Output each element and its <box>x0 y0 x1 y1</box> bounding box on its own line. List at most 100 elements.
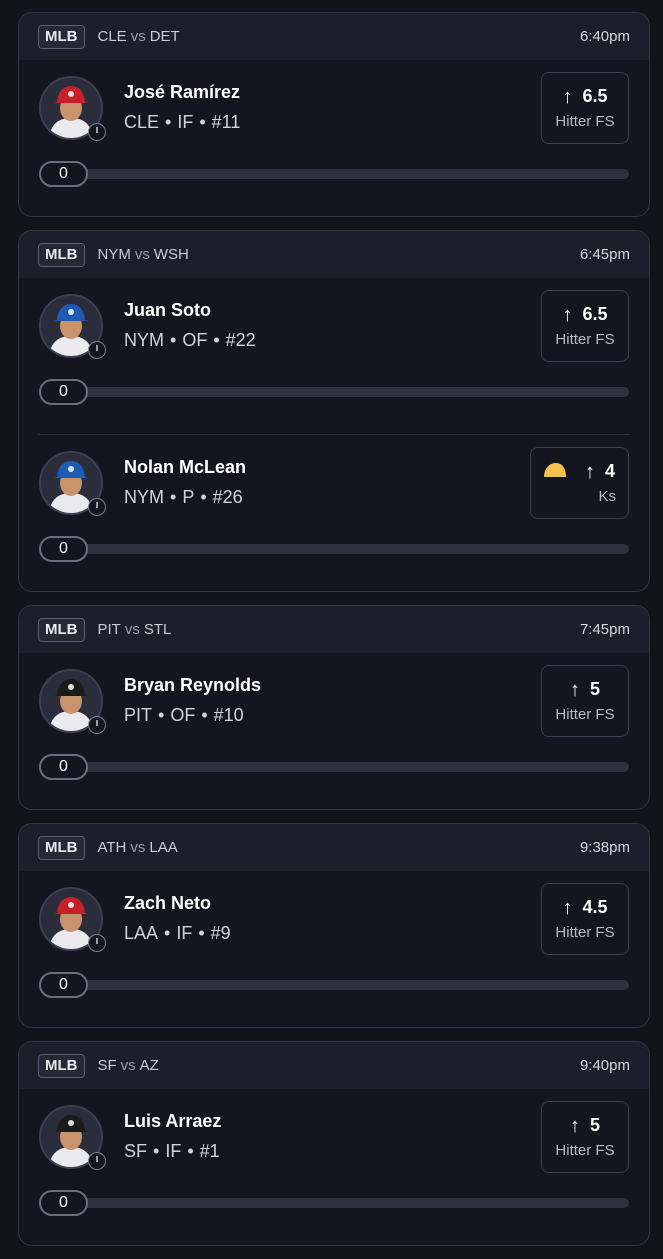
amount-slider[interactable]: 0 <box>39 379 629 405</box>
projection-button[interactable]: ↑ 5 Hitter FS <box>541 1101 629 1173</box>
player-number: #11 <box>211 112 241 132</box>
game-time: 6:45pm <box>579 246 630 263</box>
player-number: #26 <box>212 487 243 507</box>
game-card: MLB ATH vs LAA 9:38pm Zach Neto LAA • IF • #9 ↑ 4.5 H… <box>18 823 650 1028</box>
projection-stat: Hitter FS <box>555 331 615 348</box>
team-away: NYM <box>97 246 131 263</box>
projection-value: 6.5 <box>582 86 608 106</box>
matchup: PIT vs STL <box>98 621 172 638</box>
projection-value: 5 <box>589 1115 600 1135</box>
player-name[interactable]: Juan Soto <box>124 300 211 321</box>
player-team: CLE <box>124 112 160 132</box>
slider-track[interactable] <box>63 169 629 179</box>
player-position: IF <box>176 923 193 943</box>
projection-button[interactable]: ↑ 4.5 Hitter FS <box>541 883 629 955</box>
league-badge: MLB <box>38 835 85 860</box>
game-card: MLB NYM vs WSH 6:45pm Juan Soto NYM • OF • #22 ↑ 6.5… <box>18 230 650 592</box>
projection-line: ↑ 4.5 <box>542 897 628 918</box>
slider-track[interactable] <box>63 387 629 397</box>
team-away: ATH <box>97 839 127 856</box>
team-home: STL <box>143 621 172 638</box>
vs-label: vs <box>134 246 150 263</box>
amount-slider[interactable]: 0 <box>39 754 629 780</box>
player-position: OF <box>170 705 196 725</box>
vs-label: vs <box>124 621 140 638</box>
game-header: MLB PIT vs STL 7:45pm <box>19 606 649 653</box>
player-pick-body: Bryan Reynolds PIT • OF • #10 ↑ 5 Hitter FS 0 <box>19 653 649 809</box>
player-meta: NYM • OF • #22 <box>124 330 256 351</box>
player-position: OF <box>182 330 208 350</box>
projection-stat: Hitter FS <box>555 113 615 130</box>
separator-dot: • <box>213 330 220 350</box>
arrow-up-icon: ↑ <box>569 678 580 701</box>
player-name[interactable]: José Ramírez <box>124 82 240 103</box>
amount-slider[interactable]: 0 <box>39 1190 629 1216</box>
slider-track[interactable] <box>63 544 629 554</box>
game-card: MLB PIT vs STL 7:45pm Bryan Reynolds PIT • OF • #1… <box>18 605 650 810</box>
player-pick-body: Nolan McLean NYM • P • #26 ↑ 4 Ks 0 <box>19 435 649 591</box>
clock-icon <box>88 716 106 734</box>
separator-dot: • <box>198 923 205 943</box>
team-away: CLE <box>97 28 127 45</box>
projection-line: ↑ 5 <box>542 1115 628 1136</box>
player-position: IF <box>165 1141 182 1161</box>
slider-handle[interactable]: 0 <box>39 161 88 187</box>
player-name[interactable]: Bryan Reynolds <box>124 675 261 696</box>
player-team: PIT <box>124 705 153 725</box>
slider-handle[interactable]: 0 <box>39 1190 88 1216</box>
clock-icon <box>88 498 106 516</box>
slider-track[interactable] <box>63 980 629 990</box>
amount-slider[interactable]: 0 <box>39 161 629 187</box>
slider-track[interactable] <box>63 762 629 772</box>
team-home: DET <box>149 28 180 45</box>
player-pick-body: José Ramírez CLE • IF • #11 ↑ 6.5 Hitter FS 0 <box>19 60 649 216</box>
player-name[interactable]: Luis Arraez <box>124 1111 221 1132</box>
player-meta: SF • IF • #1 <box>124 1141 220 1162</box>
team-home: AZ <box>139 1057 159 1074</box>
league-badge: MLB <box>38 24 85 49</box>
matchup: SF vs AZ <box>98 1057 159 1074</box>
separator-dot: • <box>165 112 172 132</box>
projection-button[interactable]: ↑ 6.5 Hitter FS <box>541 72 629 144</box>
arrow-up-icon: ↑ <box>562 303 573 326</box>
separator-dot: • <box>164 923 171 943</box>
projection-stat: Hitter FS <box>555 706 615 723</box>
separator-dot: • <box>200 487 207 507</box>
arrow-up-icon: ↑ <box>584 460 595 483</box>
player-name[interactable]: Nolan McLean <box>124 457 246 478</box>
player-meta: NYM • P • #26 <box>124 487 243 508</box>
player-number: #10 <box>213 705 244 725</box>
player-pick-body: Zach Neto LAA • IF • #9 ↑ 4.5 Hitter FS 0 <box>19 871 649 1027</box>
slider-handle[interactable]: 0 <box>39 972 88 998</box>
game-time: 9:40pm <box>579 1057 630 1074</box>
projection-button[interactable]: ↑ 5 Hitter FS <box>541 665 629 737</box>
game-card: MLB SF vs AZ 9:40pm Luis Arraez SF • IF • #1 ↑ 5 Hitt… <box>18 1041 650 1246</box>
amount-slider[interactable]: 0 <box>39 536 629 562</box>
game-time: 9:38pm <box>579 839 630 856</box>
player-meta: LAA • IF • #9 <box>124 923 231 944</box>
game-time: 6:40pm <box>579 28 630 45</box>
amount-slider[interactable]: 0 <box>39 972 629 998</box>
player-meta: PIT • OF • #10 <box>124 705 244 726</box>
vs-label: vs <box>120 1057 136 1074</box>
game-card: MLB CLE vs DET 6:40pm José Ramírez CLE • IF • #11 ↑… <box>18 12 650 217</box>
slider-handle[interactable]: 0 <box>39 379 88 405</box>
slider-handle[interactable]: 0 <box>39 754 88 780</box>
projection-button[interactable]: ↑ 6.5 Hitter FS <box>541 290 629 362</box>
player-pick: José Ramírez CLE • IF • #11 ↑ 6.5 Hitter FS 0 <box>19 60 649 216</box>
projection-stat: Hitter FS <box>555 1142 615 1159</box>
team-home: WSH <box>153 246 189 263</box>
projection-button[interactable]: ↑ 4 Ks <box>530 447 629 519</box>
game-header: MLB NYM vs WSH 6:45pm <box>19 231 649 278</box>
player-pick: Juan Soto NYM • OF • #22 ↑ 6.5 Hitter FS 0 <box>19 278 649 434</box>
player-number: #9 <box>210 923 231 943</box>
player-name[interactable]: Zach Neto <box>124 893 211 914</box>
slider-handle[interactable]: 0 <box>39 536 88 562</box>
matchup: NYM vs WSH <box>98 246 189 263</box>
team-away: SF <box>97 1057 117 1074</box>
player-position: P <box>182 487 195 507</box>
clock-icon <box>88 123 106 141</box>
clock-icon <box>88 934 106 952</box>
player-team: NYM <box>124 487 164 507</box>
separator-dot: • <box>158 705 165 725</box>
